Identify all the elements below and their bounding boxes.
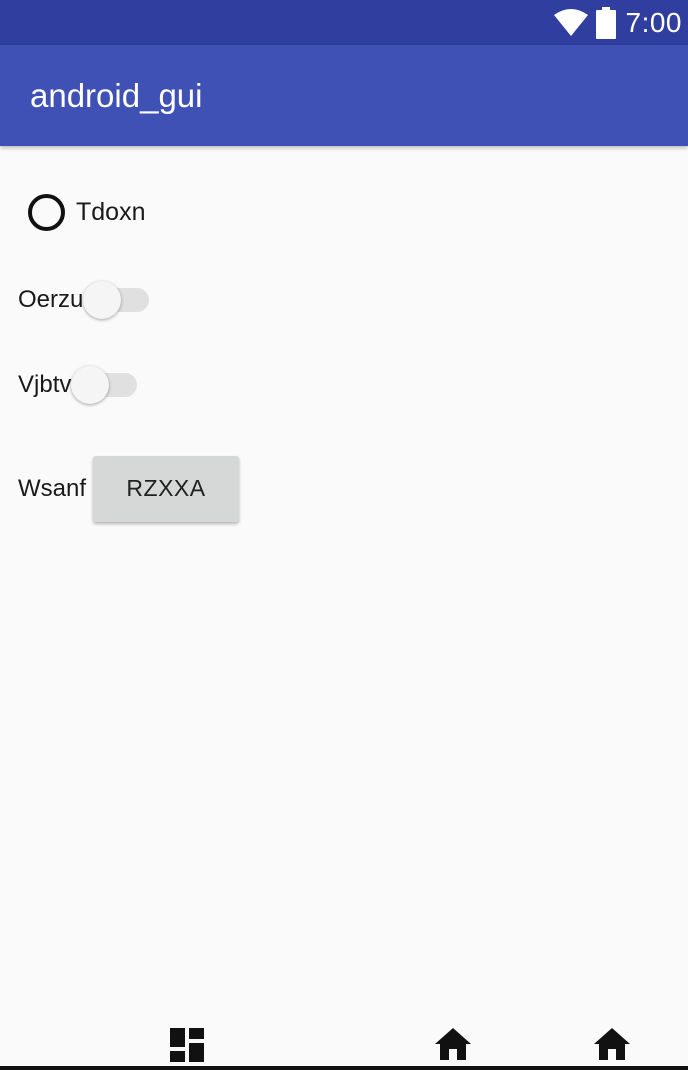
home-icon[interactable] bbox=[435, 1028, 471, 1060]
dashboard-icon[interactable] bbox=[170, 1028, 204, 1062]
switch-thumb[interactable] bbox=[83, 281, 122, 319]
status-time: 7:00 bbox=[625, 6, 682, 38]
app-title: android_gui bbox=[30, 76, 203, 114]
rzxxa-button[interactable]: RZXXA bbox=[93, 455, 240, 522]
switch-oerzu[interactable] bbox=[83, 280, 150, 320]
switch-label: Vjbtv bbox=[18, 371, 72, 398]
bottom-nav bbox=[0, 1020, 688, 1070]
radio-button-tdoxn[interactable]: Tdoxn bbox=[28, 192, 145, 232]
switch-row-oerzu: Oerzu bbox=[18, 280, 150, 320]
battery-icon bbox=[595, 6, 616, 39]
switch-thumb[interactable] bbox=[71, 366, 110, 404]
wifi-icon bbox=[553, 8, 588, 36]
switch-row-vjbtv: Vjbtv bbox=[18, 365, 138, 405]
switch-label: Oerzu bbox=[18, 286, 84, 313]
button-row-label: Wsanf bbox=[18, 474, 87, 502]
app-bar: android_gui bbox=[0, 45, 688, 146]
status-bar: 7:00 bbox=[0, 0, 688, 45]
switch-vjbtv[interactable] bbox=[71, 365, 138, 405]
bottom-divider bbox=[0, 1066, 688, 1070]
home-icon[interactable] bbox=[594, 1028, 630, 1060]
radio-circle[interactable] bbox=[28, 193, 65, 231]
button-row-wsanf: Wsanf RZXXA bbox=[18, 455, 240, 522]
radio-label: Tdoxn bbox=[76, 197, 146, 226]
